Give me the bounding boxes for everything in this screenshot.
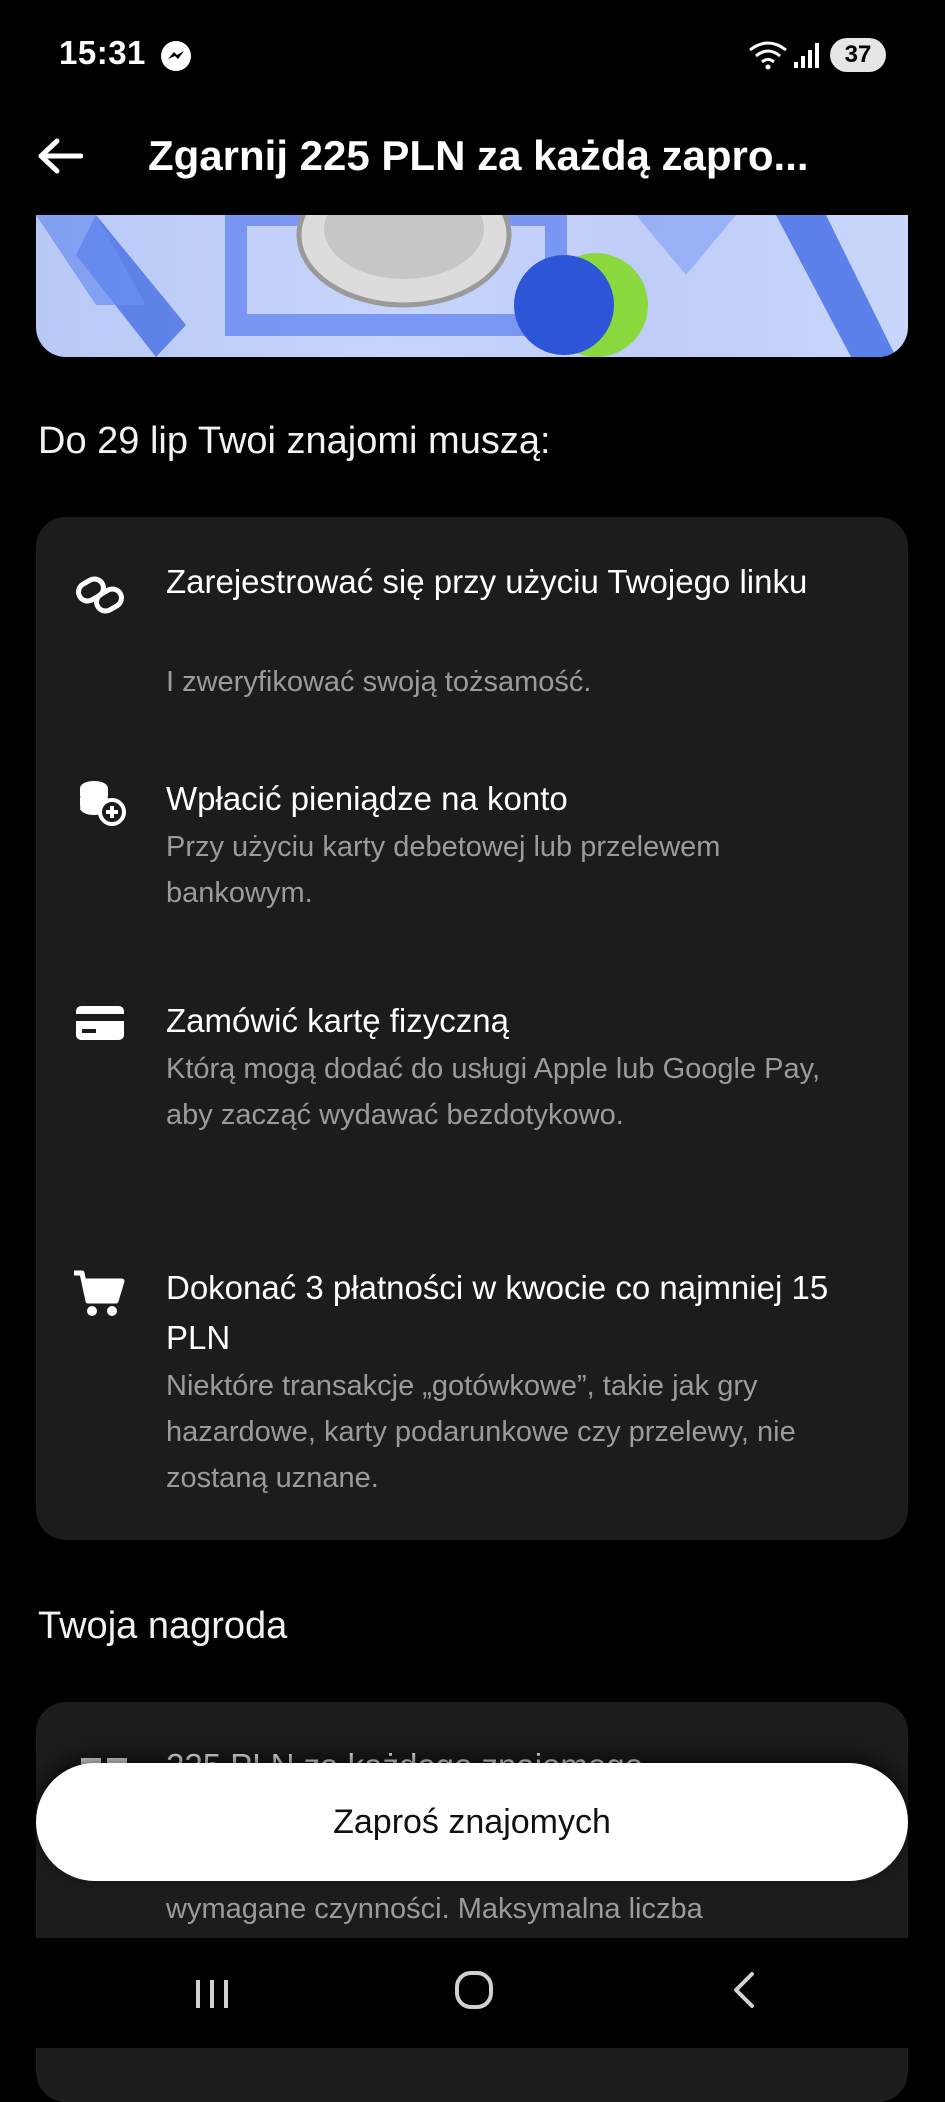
- requirement-title: Zamówić kartę fizyczną: [166, 1002, 509, 1039]
- reward-description: wymagane czynności. Maksymalna liczba: [166, 1893, 703, 1925]
- nav-back-icon[interactable]: [722, 1968, 766, 2012]
- link-icon: [76, 576, 124, 614]
- battery-indicator: 37: [830, 38, 886, 72]
- hero-banner-image: [36, 215, 908, 357]
- coins-add-icon: [80, 781, 126, 826]
- requirement-description: Niektóre transakcje „gotówkowe”, takie j…: [166, 1370, 796, 1494]
- hero-illustration: [36, 215, 896, 357]
- requirement-description: Którą mogą dodać do usługi Apple lub Goo…: [166, 1053, 821, 1131]
- cart-icon: [74, 1270, 125, 1316]
- system-navigation-bar: [0, 1938, 945, 2048]
- signal-icon: [794, 43, 819, 68]
- invite-friends-button[interactable]: Zaproś znajomych: [36, 1763, 908, 1881]
- reward-heading: Twoja nagroda: [38, 1605, 288, 1647]
- messenger-icon: [161, 41, 191, 71]
- requirements-heading: Do 29 lip Twoi znajomi muszą:: [38, 420, 551, 462]
- requirement-description: I zweryfikować swoją tożsamość.: [166, 666, 592, 698]
- requirement-title: Dokonać 3 płatności w kwocie co najmniej…: [166, 1269, 829, 1356]
- requirement-title: Wpłacić pieniądze na konto: [166, 780, 568, 817]
- requirement-description: Przy użyciu karty debetowej lub przelewe…: [166, 831, 721, 909]
- requirement-title: Zarejestrować się przy użyciu Twojego li…: [166, 563, 808, 600]
- status-bar: 15:31 37: [0, 0, 945, 110]
- arrow-left-icon: [38, 138, 83, 174]
- status-time: 15:31: [59, 34, 146, 71]
- wifi-icon: [749, 41, 787, 70]
- card-icon: [76, 1006, 124, 1040]
- app-bar: Zgarnij 225 PLN za każdą zapro...: [0, 110, 945, 215]
- home-icon[interactable]: [452, 1968, 496, 2012]
- back-button[interactable]: [32, 128, 88, 184]
- requirements-card: Zarejestrować się przy użyciu Twojego li…: [36, 517, 908, 1540]
- recents-icon[interactable]: [190, 1972, 234, 2016]
- page-title: Zgarnij 225 PLN za każdą zapro...: [148, 132, 809, 179]
